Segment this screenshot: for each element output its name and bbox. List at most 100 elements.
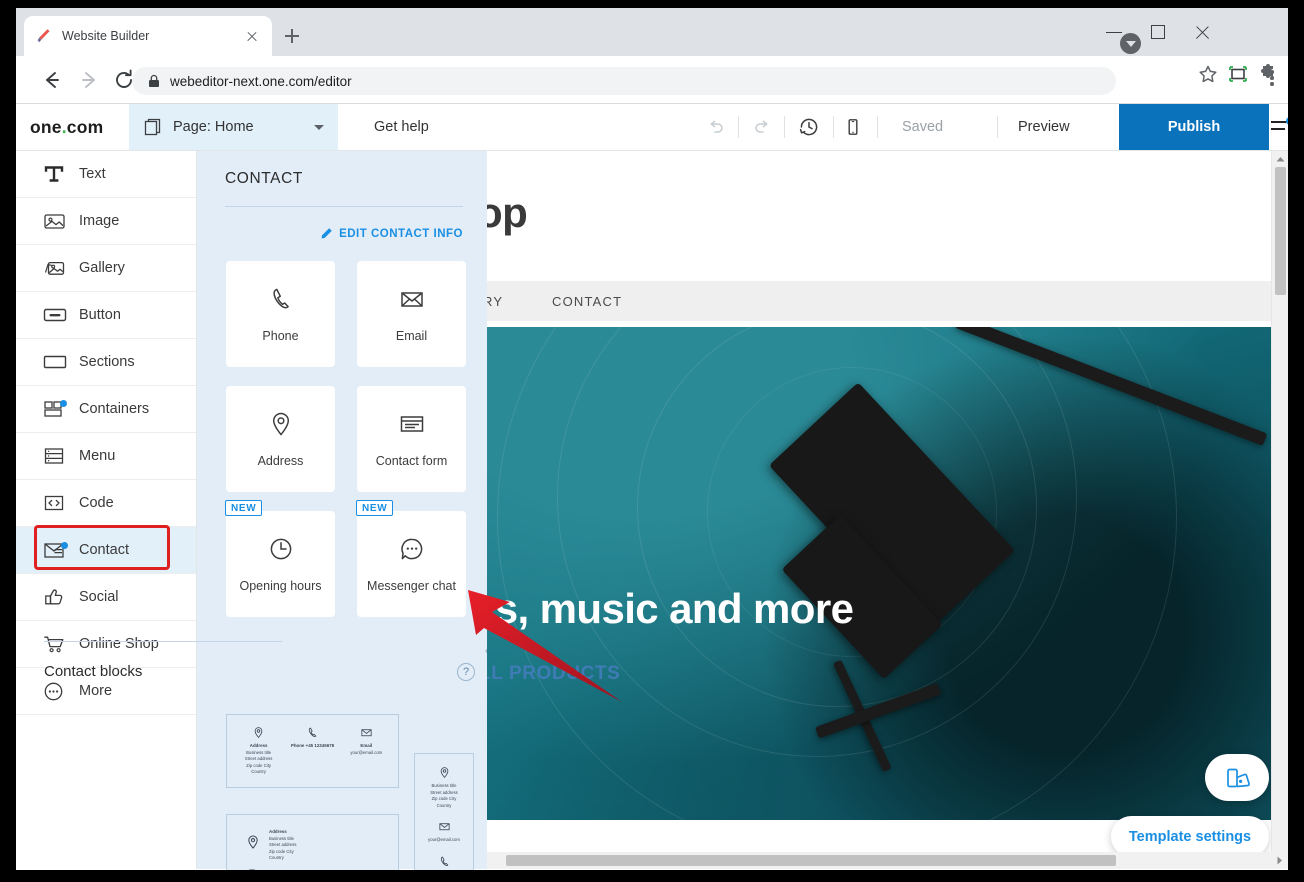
close-icon[interactable] <box>242 26 262 46</box>
chevron-down-icon[interactable] <box>314 125 324 130</box>
mobile-device-icon[interactable] <box>838 104 868 150</box>
sidebar-item-containers[interactable]: Containers <box>16 386 196 433</box>
preview-label: Preview <box>1018 119 1070 135</box>
sidebar-item-button[interactable]: Button <box>16 292 196 339</box>
nav-item-gallery[interactable]: RY <box>487 294 503 309</box>
block-address-line: Street address <box>269 842 297 849</box>
star-icon[interactable] <box>1194 60 1222 88</box>
hamburger-menu-icon[interactable] <box>1271 118 1288 136</box>
brand-name: one <box>30 117 62 137</box>
block-phone-value: Phone +45 12345678 <box>291 743 334 748</box>
contact-block-preview-horizontal[interactable]: Address Business title Street address Zi… <box>226 714 399 788</box>
envelope-icon <box>438 820 451 833</box>
minimize-icon[interactable] <box>1092 16 1136 48</box>
maximize-icon[interactable] <box>1136 16 1180 48</box>
contact-card-opening-hours[interactable]: NEW Opening hours <box>226 511 335 617</box>
omnibox-actions <box>1192 60 1282 88</box>
undo-icon[interactable] <box>701 104 731 150</box>
edit-contact-info-label: EDIT CONTACT INFO <box>339 228 463 240</box>
phone-icon <box>267 285 295 313</box>
sidebar-item-online-shop[interactable]: Online Shop <box>16 621 196 668</box>
block-address-title: Address <box>269 829 287 834</box>
contact-card-phone[interactable]: Phone <box>226 261 335 367</box>
redo-icon[interactable] <box>747 104 777 150</box>
history-clock-icon[interactable] <box>793 104 825 150</box>
notification-dot <box>1286 117 1288 125</box>
chat-bubble-icon <box>398 535 426 563</box>
browser-tab[interactable]: Website Builder <box>24 16 272 56</box>
brand-suffix: com <box>67 117 104 137</box>
onecom-logo: one.com <box>30 117 103 138</box>
sidebar-item-code[interactable]: Code <box>16 480 196 527</box>
vertical-scrollbar-thumb[interactable] <box>1275 167 1286 295</box>
sidebar-item-sections[interactable]: Sections <box>16 339 196 386</box>
button-icon <box>43 306 69 324</box>
canvas-vertical-scrollbar[interactable] <box>1271 151 1288 869</box>
contact-card-label: Messenger chat <box>367 579 456 593</box>
site-title: op <box>487 189 527 237</box>
page-icon <box>143 117 163 137</box>
back-arrow-icon[interactable] <box>38 66 66 94</box>
scroll-right-arrow[interactable] <box>1271 852 1288 869</box>
contact-card-label: Address <box>258 454 304 468</box>
contact-card-label: Email <box>396 329 427 343</box>
more-dots-icon <box>43 681 69 702</box>
sidebar-item-text[interactable]: Text <box>16 151 196 198</box>
nav-item-contact[interactable]: CONTACT <box>552 294 622 309</box>
kebab-menu-icon[interactable] <box>1270 70 1274 88</box>
block-address-line: Country <box>245 769 273 776</box>
contact-card-row: Address Contact form <box>226 386 466 492</box>
sidebar-item-label: Image <box>79 213 119 229</box>
contact-card-address[interactable]: Address <box>226 386 335 492</box>
left-sidebar: Text Image Gallery Button Sections <box>16 151 197 869</box>
page-selector-label: Page: Home <box>173 119 314 135</box>
hero-section: rs, music and more LL PRODUCTS <box>487 327 1288 820</box>
horizontal-scrollbar-thumb[interactable] <box>506 855 1116 866</box>
sidebar-item-label: Gallery <box>79 260 125 276</box>
new-tab-button[interactable] <box>278 22 306 50</box>
sidebar-item-menu[interactable]: Menu <box>16 433 196 480</box>
get-help-button[interactable]: Get help <box>374 104 429 150</box>
color-palette-button[interactable] <box>1205 754 1269 801</box>
forward-arrow-icon[interactable] <box>75 66 103 94</box>
website-canvas[interactable]: op RY CONTACT rs, music and more LL PROD… <box>487 151 1288 869</box>
contact-block-preview-vertical-list[interactable]: Address Business title Street address Zi… <box>226 814 399 870</box>
sidebar-item-image[interactable]: Image <box>16 198 196 245</box>
edit-contact-info-link[interactable]: EDIT CONTACT INFO <box>320 227 463 240</box>
template-settings-button[interactable]: Template settings <box>1111 816 1269 857</box>
sidebar-item-label: Online Shop <box>79 636 159 652</box>
contact-card-contact-form[interactable]: Contact form <box>357 386 466 492</box>
sections-icon <box>43 353 69 371</box>
sidebar-item-gallery[interactable]: Gallery <box>16 245 196 292</box>
contact-card-label: Opening hours <box>239 579 321 593</box>
containers-icon <box>43 399 69 419</box>
screen-capture-icon[interactable] <box>1224 60 1252 88</box>
scroll-up-arrow[interactable] <box>1272 151 1288 168</box>
lock-icon <box>148 74 160 88</box>
block-address-line: Country <box>430 803 458 810</box>
thumbs-up-icon <box>43 587 69 607</box>
shopping-cart-icon <box>43 634 69 654</box>
publish-label: Publish <box>1168 119 1220 135</box>
phone-icon <box>245 868 259 870</box>
sidebar-item-label: Contact <box>79 542 129 558</box>
site-navigation[interactable]: RY CONTACT <box>487 281 1288 321</box>
sidebar-item-contact[interactable]: Contact <box>16 527 196 574</box>
menu-list-icon <box>43 446 69 466</box>
new-badge: NEW <box>225 500 262 516</box>
tab-strip: Website Builder <box>16 8 1288 56</box>
address-bar[interactable]: webeditor-next.one.com/editor <box>132 67 1116 95</box>
clock-icon <box>267 535 295 563</box>
publish-button[interactable]: Publish <box>1119 104 1269 150</box>
page-selector[interactable]: Page: Home <box>129 104 338 150</box>
sidebar-item-social[interactable]: Social <box>16 574 196 621</box>
contact-block-preview-narrow[interactable]: Business title Street address Zip code C… <box>414 753 474 870</box>
canvas-horizontal-scrollbar[interactable] <box>487 852 1288 869</box>
contact-card-email[interactable]: Email <box>357 261 466 367</box>
close-icon[interactable] <box>1180 16 1224 48</box>
puzzle-piece-icon[interactable] <box>1254 60 1282 88</box>
paintbrush-icon <box>34 27 52 45</box>
preview-button[interactable]: Preview <box>1018 104 1070 150</box>
form-icon <box>398 410 426 438</box>
annotation-arrow <box>446 578 636 718</box>
